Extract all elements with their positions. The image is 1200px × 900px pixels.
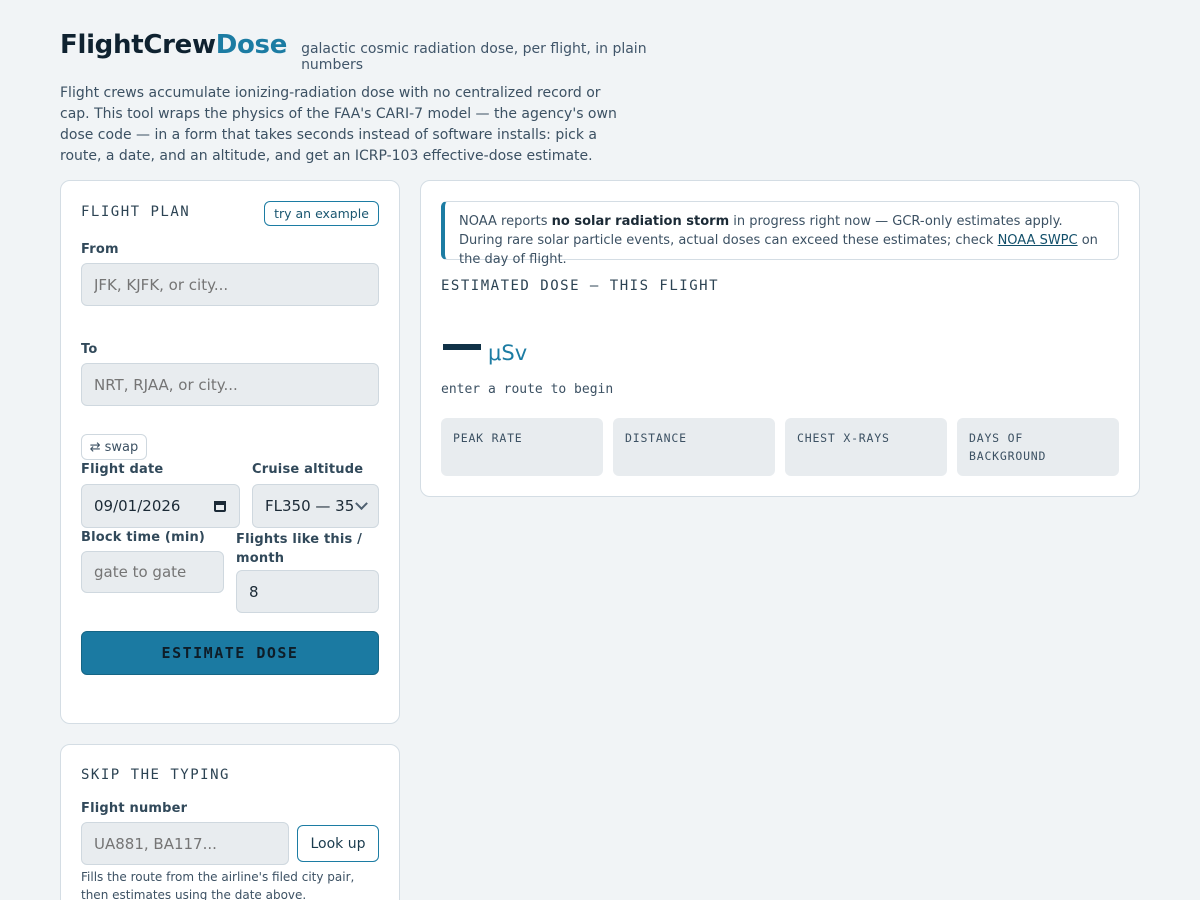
stat-days-background: DAYS OF BACKGROUND	[957, 418, 1119, 476]
flight-number-help: Fills the route from the airline's filed…	[81, 870, 355, 900]
noaa-swpc-link[interactable]: NOAA SWPC	[998, 233, 1078, 248]
chevron-down-icon	[355, 496, 368, 510]
swap-arrows-icon: ⇄	[89, 439, 101, 455]
estimated-dose-title: ESTIMATED DOSE — THIS FLIGHT	[441, 278, 720, 294]
intro-text: Flight crews accumulate ionizing-radiati…	[60, 85, 617, 164]
result-card: NOAA reports no solar radiation storm in…	[420, 180, 1140, 497]
skip-typing-title: SKIP THE TYPING	[81, 767, 230, 783]
brand-name-part2: Dose	[215, 30, 288, 60]
flight-plan-title: FLIGHT PLAN	[81, 204, 191, 220]
to-input-wrapper	[81, 363, 379, 406]
flight-date-label: Flight date	[81, 462, 164, 477]
swap-button[interactable]: ⇄ swap	[81, 434, 147, 460]
title-row: FlightCrewDose galactic cosmic radiation…	[60, 30, 680, 73]
look-up-button[interactable]: Look up	[297, 825, 379, 862]
from-input-wrapper	[81, 263, 379, 306]
cruise-altitude-select[interactable]: FL350 — 35	[252, 484, 379, 528]
header: FlightCrewDose galactic cosmic radiation…	[60, 30, 680, 167]
page: FlightCrewDose galactic cosmic radiation…	[0, 0, 1200, 900]
stat-distance: DISTANCE	[613, 418, 775, 476]
cruise-altitude-label: Cruise altitude	[252, 462, 364, 477]
flight-number-label: Flight number	[81, 801, 188, 816]
brand-logo: FlightCrewDose	[60, 30, 287, 60]
flights-per-month-input[interactable]: 8	[236, 570, 379, 613]
swap-label: swap	[104, 439, 139, 455]
flight-plan-card: FLIGHT PLAN try an example From To ⇄ swa…	[60, 180, 400, 724]
brand-name-part1: FlightCrew	[60, 30, 216, 60]
block-time-input[interactable]	[94, 563, 211, 581]
flight-date-value: 09/01/2026	[94, 497, 181, 515]
block-time-wrapper	[81, 551, 224, 593]
stat-peak-rate: PEAK RATE	[441, 418, 603, 476]
notice-text-pre: NOAA reports	[459, 214, 552, 229]
estimate-dose-button[interactable]: ESTIMATE DOSE	[81, 631, 379, 675]
dose-value-placeholder	[443, 344, 481, 350]
flight-number-input[interactable]	[94, 834, 276, 853]
flights-per-month-label: Flights like this / month	[236, 532, 363, 566]
stat-chest-xrays: CHEST X-RAYS	[785, 418, 947, 476]
to-input[interactable]	[94, 375, 366, 394]
from-label: From	[81, 242, 119, 257]
flight-date-input[interactable]: 09/01/2026	[81, 484, 240, 528]
dose-unit: μSv	[488, 341, 528, 365]
solar-storm-notice: NOAA reports no solar radiation storm in…	[441, 201, 1119, 267]
try-example-button[interactable]: try an example	[264, 201, 379, 226]
block-time-label: Block time (min)	[81, 530, 206, 545]
skip-typing-card: SKIP THE TYPING Flight number Look up Fi…	[60, 744, 400, 900]
calendar-icon[interactable]	[213, 499, 227, 513]
tagline: galactic cosmic radiation dose, per flig…	[301, 41, 647, 73]
dose-hint: enter a route to begin	[441, 382, 614, 397]
from-input[interactable]	[94, 275, 366, 294]
cruise-altitude-value: FL350 — 35	[265, 497, 355, 515]
notice-text-bold: no solar radiation storm	[551, 214, 730, 229]
flight-number-wrapper	[81, 822, 289, 865]
to-label: To	[81, 342, 98, 357]
